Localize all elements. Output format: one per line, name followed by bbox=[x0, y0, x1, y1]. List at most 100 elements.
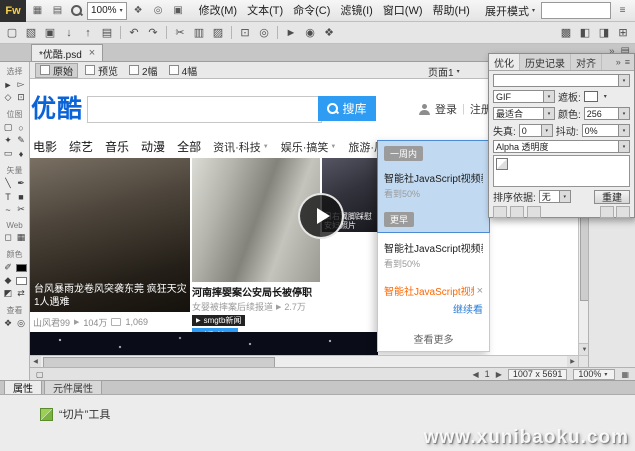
line-tool-icon[interactable]: ╲ bbox=[2, 177, 15, 190]
format-dropdown[interactable]: GIF▾ bbox=[493, 90, 555, 103]
history-item-title[interactable]: 智能社JavaScript视频教程——10 - BO… bbox=[384, 283, 474, 298]
color-table[interactable] bbox=[493, 155, 630, 187]
tile-windows-icon[interactable]: ⊞ bbox=[614, 24, 632, 41]
hand-tool-icon[interactable]: ❖ bbox=[130, 3, 147, 19]
pen-tool-icon[interactable]: ✒ bbox=[15, 177, 28, 190]
zoom-icon[interactable]: ◉ bbox=[301, 24, 319, 41]
scroll-left-icon[interactable]: ◀ bbox=[30, 356, 41, 367]
crop-icon[interactable]: ⊡ bbox=[236, 24, 254, 41]
youku-search-input[interactable] bbox=[87, 96, 322, 123]
close-tab-icon[interactable]: × bbox=[89, 48, 95, 58]
stamp-tool-icon[interactable]: ♦ bbox=[15, 147, 28, 160]
cut-icon[interactable]: ✂ bbox=[171, 24, 189, 41]
rulers-icon[interactable]: ◨ bbox=[595, 24, 613, 41]
crop-tool-icon[interactable]: ⊡ bbox=[15, 91, 28, 104]
view-mode-original[interactable]: 原始 bbox=[35, 63, 78, 78]
tab-align[interactable]: 对齐 bbox=[571, 54, 602, 70]
tab-optimize[interactable]: 优化 bbox=[489, 54, 520, 70]
video-title[interactable]: 河南摔婴案公安局长被停职 bbox=[192, 284, 320, 299]
subselection-tool-icon[interactable]: ▻ bbox=[15, 78, 28, 91]
pointer-tool-icon[interactable]: ► bbox=[2, 78, 15, 91]
scroll-right-icon[interactable]: ▶ bbox=[567, 356, 578, 367]
tab-history[interactable]: 历史记录 bbox=[520, 54, 571, 70]
paint-bucket-tool-icon[interactable]: ◆ bbox=[2, 274, 15, 287]
remove-transparency-icon[interactable] bbox=[527, 206, 541, 218]
view-mode-2up[interactable]: 2幅 bbox=[125, 63, 162, 78]
magic-wand-tool-icon[interactable]: ✦ bbox=[2, 134, 15, 147]
page-indicator[interactable]: 页面1 ▾ bbox=[428, 64, 463, 79]
matte-color-swatch[interactable] bbox=[584, 91, 598, 102]
export-icon[interactable]: ↑ bbox=[79, 24, 97, 41]
grid-icon[interactable]: ▩ bbox=[557, 24, 575, 41]
menu-window[interactable]: 窗口(W) bbox=[378, 0, 428, 22]
page-preview-icon[interactable]: ▦ bbox=[621, 370, 629, 379]
video-card[interactable]: 台风暴雨龙卷风突袭东莞 疯狂天灾1人遇难 山风君99 ▶ 104万 1,069 bbox=[30, 158, 190, 332]
dither-dropdown[interactable]: 0%▾ bbox=[582, 124, 630, 137]
guides-icon[interactable]: ◧ bbox=[576, 24, 594, 41]
nav-dropdown-entertainment[interactable]: 娱乐·搞笑 ▼ bbox=[281, 139, 337, 155]
history-item-title[interactable]: 智能社JavaScript视频教程 bbox=[384, 170, 483, 185]
nav-item-variety[interactable]: 综艺 bbox=[69, 138, 93, 155]
slice-selection-overlay[interactable]: 一周内 智能社JavaScript视频教程 看到50% 更早 bbox=[377, 140, 490, 233]
extensions-icon[interactable]: ▤ bbox=[49, 3, 66, 19]
menu-help[interactable]: 帮助(H) bbox=[428, 0, 475, 22]
arrange-documents-icon[interactable]: ▦ bbox=[29, 3, 46, 19]
panel-menu-icon[interactable]: ≡ bbox=[625, 57, 630, 67]
horizontal-scrollbar[interactable]: ◀ ▶ bbox=[30, 355, 578, 367]
lasso-tool-icon[interactable]: ○ bbox=[15, 121, 28, 134]
stroke-color-well[interactable] bbox=[15, 261, 28, 274]
transparency-swatch[interactable] bbox=[496, 158, 508, 170]
zoom-view-tool-icon[interactable]: ◎ bbox=[15, 317, 28, 330]
find-icon[interactable]: ◎ bbox=[255, 24, 273, 41]
menu-filters[interactable]: 滤镜(I) bbox=[335, 0, 377, 22]
marquee-tool-icon[interactable]: ▢ bbox=[2, 121, 15, 134]
nav-item-all[interactable]: 全部 bbox=[177, 138, 201, 155]
colors-dropdown[interactable]: 256▾ bbox=[584, 107, 630, 120]
video-thumbnail[interactable]: 台风暴雨龙卷风突袭东莞 疯狂天灾1人遇难 bbox=[30, 158, 190, 312]
menu-icon[interactable]: ≡ bbox=[614, 3, 631, 19]
nav-item-movie[interactable]: 电影 bbox=[33, 138, 57, 155]
fireworks-logo[interactable]: Fw bbox=[0, 0, 26, 22]
scale-tool-icon[interactable]: ◇ bbox=[2, 91, 15, 104]
nav-item-music[interactable]: 音乐 bbox=[105, 138, 129, 155]
menu-text[interactable]: 文本(T) bbox=[242, 0, 288, 22]
knife-tool-icon[interactable]: ✂ bbox=[15, 203, 28, 216]
tab-symbol-properties[interactable]: 元件属性 bbox=[44, 380, 102, 394]
youku-search-button[interactable]: 搜库 bbox=[318, 96, 376, 121]
nav-dropdown-news-tech[interactable]: 资讯·科技 ▼ bbox=[213, 139, 269, 155]
transparency-dropdown[interactable]: Alpha 透明度▾ bbox=[493, 140, 630, 153]
panel-collapse-icon[interactable]: » bbox=[616, 57, 621, 67]
hotspot-tool-icon[interactable]: ◻ bbox=[2, 231, 15, 244]
eyedropper-tool-icon[interactable]: ✐ bbox=[2, 261, 15, 274]
redo-icon[interactable]: ↷ bbox=[144, 24, 162, 41]
default-colors-icon[interactable]: ◩ bbox=[2, 287, 15, 300]
zoom-tool-icon[interactable]: ◎ bbox=[150, 3, 167, 19]
login-link[interactable]: 登录 bbox=[435, 101, 457, 117]
print-icon[interactable]: ▤ bbox=[98, 24, 116, 41]
panel-options-icon[interactable] bbox=[616, 206, 630, 218]
fill-color-well[interactable] bbox=[15, 274, 28, 287]
nav-item-anime[interactable]: 动漫 bbox=[141, 138, 165, 155]
history-item[interactable]: 智能社JavaScript视频教程——10 - BO… × bbox=[384, 283, 483, 298]
close-icon[interactable]: × bbox=[477, 285, 483, 297]
pointer-icon[interactable]: ► bbox=[282, 24, 300, 41]
open-icon[interactable]: ▧ bbox=[22, 24, 40, 41]
slice-tool-icon[interactable]: ▦ bbox=[15, 231, 28, 244]
copy-icon[interactable]: ▥ bbox=[190, 24, 208, 41]
zoom-control[interactable]: 100% ▾ bbox=[573, 369, 615, 380]
history-item-title[interactable]: 智能社JavaScript视频教程——11 - BO… bbox=[384, 240, 483, 255]
view-mode-4up[interactable]: 4幅 bbox=[165, 63, 202, 78]
undo-icon[interactable]: ↶ bbox=[125, 24, 143, 41]
player-play-button[interactable] bbox=[298, 193, 344, 239]
preview-transparency-icon[interactable] bbox=[600, 206, 614, 218]
tab-properties[interactable]: 属性 bbox=[4, 380, 42, 394]
workspace-switcher[interactable]: 展开模式 ▾ bbox=[485, 3, 538, 19]
rectangle-tool-icon[interactable]: ■ bbox=[15, 190, 28, 203]
rebuild-button[interactable]: 重建 bbox=[594, 190, 630, 204]
zoom-level-dropdown[interactable]: 100% ▾ bbox=[87, 2, 127, 20]
swap-colors-icon[interactable]: ⇄ bbox=[15, 287, 28, 300]
hand-view-tool-icon[interactable]: ❖ bbox=[2, 317, 15, 330]
view-more-link[interactable]: 查看更多 bbox=[384, 331, 483, 346]
loss-dropdown[interactable]: 0▾ bbox=[519, 124, 553, 137]
sort-dropdown[interactable]: 无▾ bbox=[539, 190, 571, 203]
